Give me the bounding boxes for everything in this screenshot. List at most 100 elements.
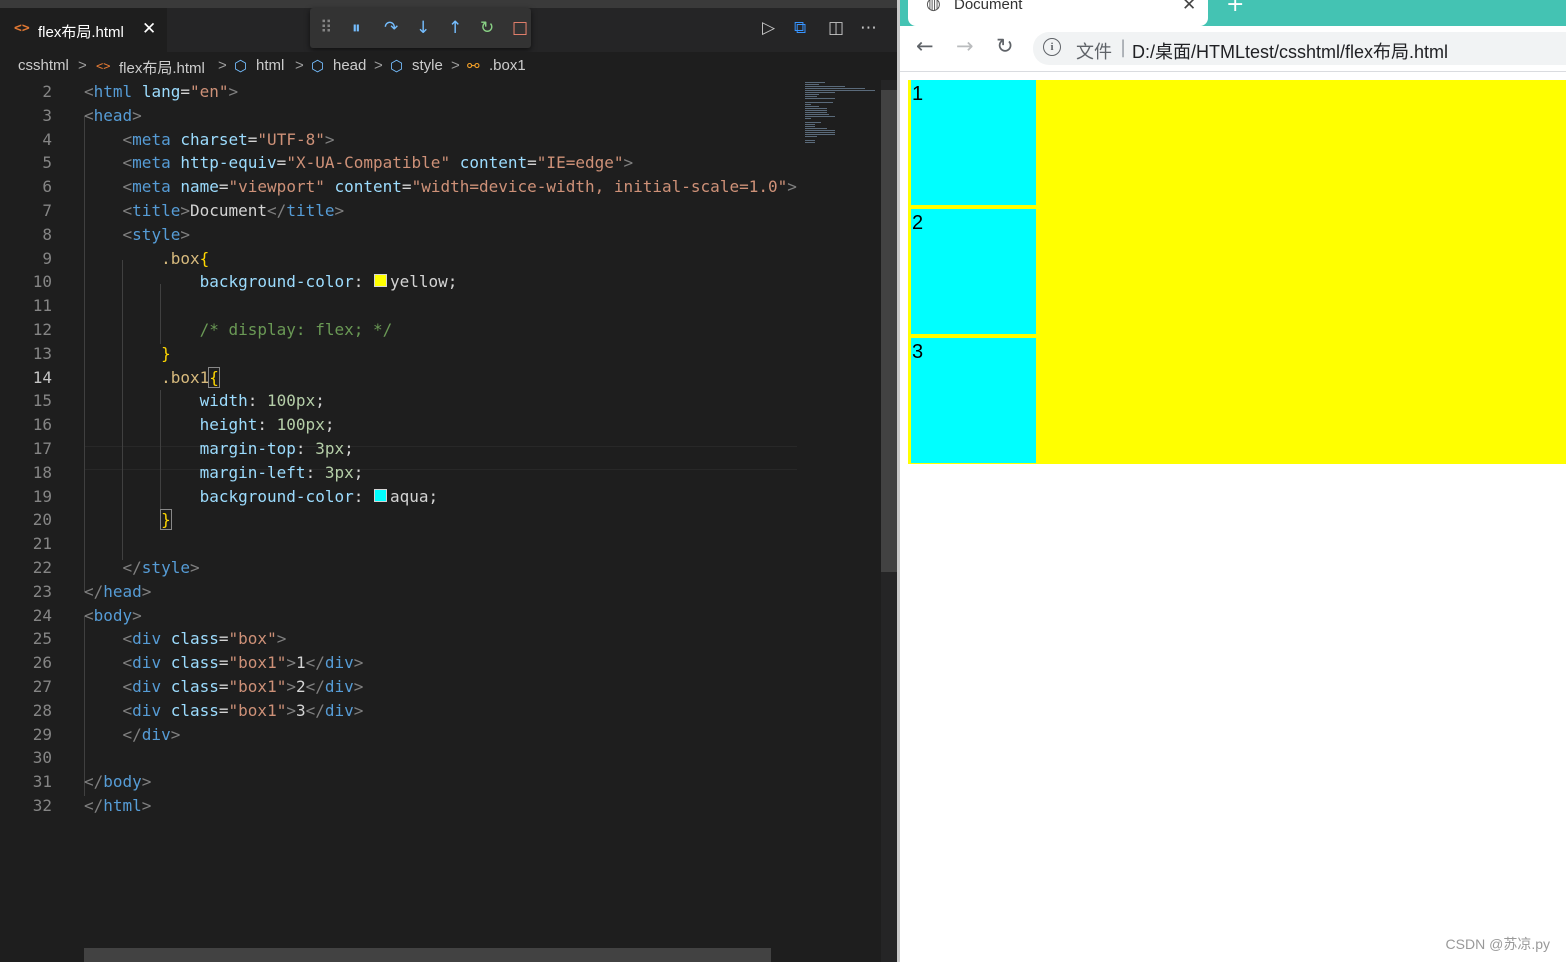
close-icon[interactable]: ✕: [142, 19, 156, 39]
code-area[interactable]: 2 <html lang="en"> 3 <head> 4 <meta charset=…: [0, 80, 798, 948]
minimap-line: [805, 94, 819, 95]
breadcrumb-head[interactable]: head: [333, 57, 366, 74]
code-line[interactable]: 12 /* display: flex; */: [0, 318, 797, 342]
minimap-line: [805, 140, 815, 141]
breadcrumb: csshtml > <> flex布局.html > ⬡ html > ⬡ he…: [0, 52, 897, 80]
code-line[interactable]: 27 <div class="box1">2</div>: [0, 675, 797, 699]
minimap-line: [805, 96, 817, 97]
line-text: </html>: [84, 796, 152, 815]
restart-icon[interactable]: ↻: [480, 18, 494, 38]
code-line[interactable]: 25 <div class="box">: [0, 627, 797, 651]
address-bar[interactable]: i 文件 | D:/桌面/HTMLtest/csshtml/flex布局.htm…: [1033, 32, 1566, 65]
minimap-line: [805, 124, 815, 125]
breadcrumb-selector[interactable]: .box1: [489, 57, 526, 74]
title-strip: [0, 0, 897, 8]
box-number: 3: [912, 341, 924, 363]
forward-arrow-icon[interactable]: →: [956, 34, 974, 58]
code-line[interactable]: 22 </style>: [0, 556, 797, 580]
code-line[interactable]: 5 <meta http-equiv="X-UA-Compatible" con…: [0, 151, 797, 175]
line-number: 9: [42, 248, 52, 268]
code-line[interactable]: 15 width: 100px;: [0, 389, 797, 413]
line-text: </head>: [84, 581, 152, 601]
yellow-box: 1 2 3: [908, 80, 1566, 464]
breadcrumb-file[interactable]: flex布局.html: [119, 57, 205, 78]
code-line[interactable]: 19 background-color: aqua;: [0, 485, 797, 509]
code-line[interactable]: 17 margin-top: 3px;: [0, 437, 797, 461]
breadcrumb-style[interactable]: style: [412, 57, 443, 74]
code-line[interactable]: 11: [0, 294, 797, 318]
code-line[interactable]: 26 <div class="box1">1</div>: [0, 651, 797, 675]
code-line[interactable]: 20 }: [0, 508, 797, 532]
minimap-line: [805, 128, 827, 129]
code-line[interactable]: 9 .box{: [0, 247, 797, 271]
horizontal-scrollbar[interactable]: [84, 948, 771, 962]
code-line[interactable]: 10 background-color: yellow;: [0, 270, 797, 294]
scrollbar-thumb[interactable]: [881, 90, 897, 572]
run-icon[interactable]: ▷: [762, 18, 775, 38]
code-line[interactable]: 7 <title>Document</title>: [0, 199, 797, 223]
stop-icon[interactable]: □: [512, 18, 528, 38]
editor-tab-bar: <> flex布局.html ✕ ⠿ ⏸ ↷ ↓ ↑ ↻ □ ▷ ⧉ ◫ ⋯: [0, 0, 897, 52]
code-line[interactable]: 2 <html lang="en">: [0, 80, 797, 104]
minimap-line: [805, 90, 875, 91]
preview-icon[interactable]: ⧉: [794, 18, 806, 38]
split-editor-icon[interactable]: ◫: [828, 18, 844, 38]
step-over-icon[interactable]: ↷: [384, 18, 398, 38]
code-line[interactable]: 6 <meta name="viewport" content="width=d…: [0, 175, 797, 199]
new-tab-icon[interactable]: +: [1226, 0, 1244, 17]
code-line[interactable]: 24 <body>: [0, 604, 797, 628]
code-line[interactable]: 21: [0, 532, 797, 556]
line-text: </style>: [122, 558, 200, 577]
url-text[interactable]: D:/桌面/HTMLtest/csshtml/flex布局.html: [1132, 38, 1448, 64]
line-number: 10: [32, 272, 52, 292]
line-text: margin-top: 3px;: [199, 439, 354, 458]
line-number: 27: [32, 677, 52, 696]
pause-icon[interactable]: ⏸: [352, 18, 361, 38]
minimap-line: [805, 126, 815, 127]
drag-handle-icon: ⠿: [320, 18, 333, 38]
step-into-icon[interactable]: ↓: [416, 18, 430, 38]
line-text: <meta http-equiv="X-UA-Compatible" conte…: [122, 153, 634, 173]
info-icon[interactable]: i: [1043, 38, 1061, 56]
browser-tab-document[interactable]: ◍ Document ✕: [908, 0, 1208, 26]
code-line[interactable]: 3 <head>: [0, 104, 797, 128]
line-text: }: [160, 509, 172, 531]
box-number: 2: [912, 212, 924, 234]
editor-tab-flex-html[interactable]: <> flex布局.html ✕: [0, 8, 167, 52]
line-number: 22: [32, 558, 52, 577]
code-line[interactable]: 23 </head>: [0, 580, 797, 604]
aqua-box-1: 1: [911, 80, 1036, 205]
minimap-line: [805, 88, 865, 89]
close-icon[interactable]: ✕: [1182, 0, 1196, 15]
line-text: height: 100px;: [199, 415, 335, 435]
code-line[interactable]: 30: [0, 746, 797, 770]
code-line[interactable]: 29 </div>: [0, 723, 797, 747]
back-arrow-icon[interactable]: ←: [916, 34, 934, 58]
element-cube-icon: ⬡: [311, 58, 325, 75]
watermark: CSDN @苏凉.py: [1445, 936, 1550, 952]
step-out-icon[interactable]: ↑: [448, 18, 462, 38]
minimap[interactable]: [797, 80, 881, 962]
element-cube-icon: ⬡: [234, 58, 248, 75]
more-actions-icon[interactable]: ⋯: [860, 18, 877, 38]
reload-icon[interactable]: ↻: [996, 34, 1014, 58]
line-number: 29: [32, 724, 52, 744]
code-line[interactable]: 16 height: 100px;: [0, 413, 797, 437]
chevron-right-icon: >: [295, 57, 304, 74]
code-line[interactable]: 28 <div class="box1">3</div>: [0, 699, 797, 723]
chevron-right-icon: >: [374, 57, 383, 74]
line-text: background-color: aqua;: [199, 486, 439, 506]
minimap-line: [805, 84, 819, 85]
breadcrumb-folder[interactable]: csshtml: [18, 57, 69, 74]
code-line[interactable]: 4 <meta charset="UTF-8">: [0, 128, 797, 152]
code-line[interactable]: 13 }: [0, 342, 797, 366]
line-text: <meta charset="UTF-8">: [122, 129, 335, 149]
breadcrumb-html[interactable]: html: [256, 57, 284, 74]
code-line[interactable]: 32 </html>: [0, 794, 797, 818]
code-line[interactable]: 8 <style>: [0, 223, 797, 247]
code-line[interactable]: 18 margin-left: 3px;: [0, 461, 797, 485]
code-line[interactable]: 14 .box1{: [0, 366, 797, 390]
line-number: 26: [32, 653, 52, 673]
code-line[interactable]: 31 </body>: [0, 770, 797, 794]
vertical-scrollbar[interactable]: [881, 80, 897, 962]
